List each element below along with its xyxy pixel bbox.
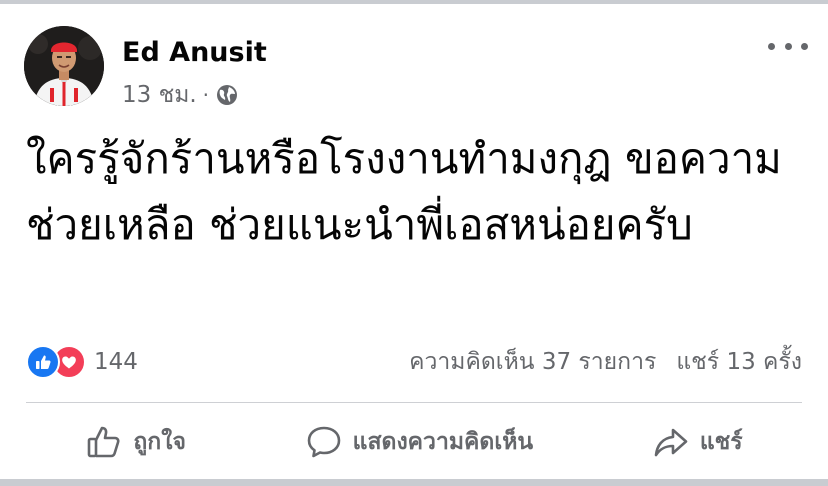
share-icon [652,423,690,461]
more-options-icon[interactable] [768,34,808,58]
share-label: แชร์ [699,429,743,455]
share-count[interactable]: แชร์ 13 ครั้ง [676,344,802,380]
reaction-summary[interactable]: 144 [26,345,138,379]
meta-separator: · [202,83,210,107]
author-name[interactable]: Ed Anusit [122,37,267,68]
top-separator [0,0,828,4]
globe-icon [215,83,239,107]
more-dot [784,42,792,50]
post-time[interactable]: 13 ชม. [122,77,197,113]
more-dot [768,42,775,50]
share-button[interactable]: แชร์ [652,423,743,461]
like-label: ถูกใจ [133,429,186,455]
like-button[interactable]: ถูกใจ [85,423,186,461]
like-reaction-icon [26,345,60,379]
engagement-summary: ความคิดเห็น 37 รายการ แชร์ 13 ครั้ง [409,346,802,378]
comment-count[interactable]: ความคิดเห็น 37 รายการ [409,344,656,380]
thumbs-up-icon [85,423,123,461]
post-text: ใครรู้จักร้านหรือโรงงานทำมงกุฎ ขอความช่ว… [26,134,782,249]
avatar[interactable] [24,26,104,106]
comment-button[interactable]: แสดงความคิดเห็น [305,423,533,461]
more-dot [801,42,808,50]
comment-label: แสดงความคิดเห็น [352,429,534,455]
post-meta: 13 ชม. · [122,80,239,110]
action-bar: ถูกใจ แสดงความคิดเห็น แชร์ [26,414,802,470]
comment-icon [305,423,343,461]
divider [26,402,802,403]
bottom-separator [0,479,828,486]
reaction-count: 144 [94,349,138,375]
